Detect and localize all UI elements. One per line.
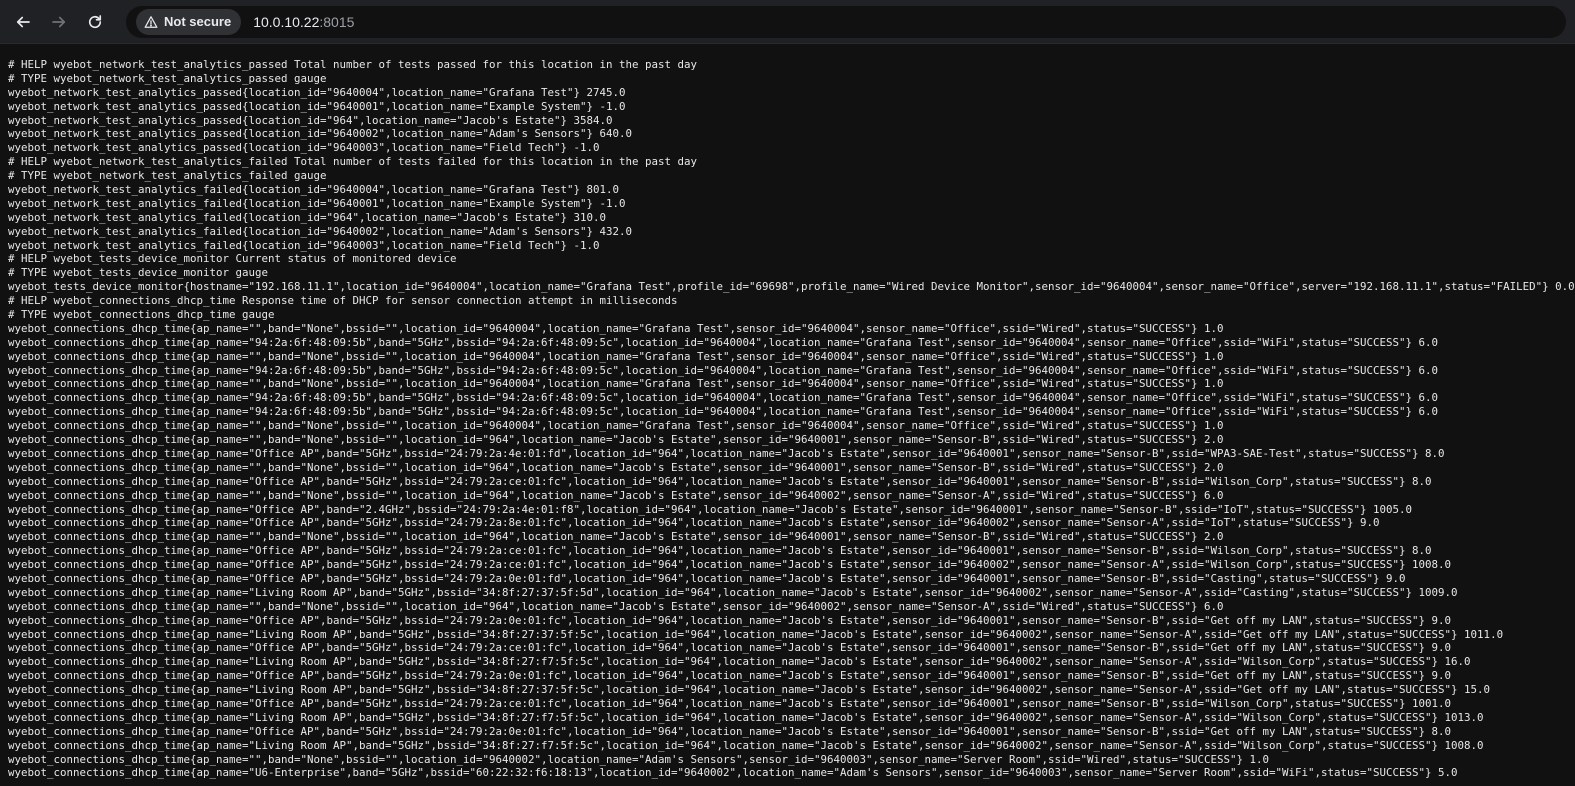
metrics-line: wyebot_connections_dhcp_time{ap_name="",…	[8, 321, 1224, 335]
metrics-line: wyebot_network_test_analytics_failed{loc…	[8, 238, 600, 252]
metrics-line: wyebot_tests_device_monitor{hostname="19…	[8, 280, 1575, 294]
metrics-line: # TYPE wyebot_network_test_analytics_fai…	[8, 169, 327, 183]
url-host: 10.0.10.22	[253, 13, 320, 30]
metrics-line: wyebot_connections_dhcp_time{ap_name="Of…	[8, 502, 1413, 516]
metrics-line: # TYPE wyebot_tests_device_monitor gauge	[8, 266, 269, 280]
metrics-line: wyebot_network_test_analytics_passed{loc…	[8, 141, 600, 155]
warning-triangle-icon	[144, 15, 158, 28]
metrics-line: wyebot_connections_dhcp_time{ap_name="Of…	[8, 696, 1452, 710]
metrics-line: wyebot_network_test_analytics_passed{loc…	[8, 127, 633, 141]
url-text[interactable]: 10.0.10.22:8015	[253, 14, 354, 30]
metrics-line: wyebot_connections_dhcp_time{ap_name="Of…	[8, 613, 1452, 627]
metrics-line: # HELP wyebot_connections_dhcp_time Resp…	[8, 294, 678, 308]
metrics-line: wyebot_network_test_analytics_passed{loc…	[8, 99, 626, 113]
metrics-line: wyebot_connections_dhcp_time{ap_name="Of…	[8, 724, 1452, 738]
metrics-line: # HELP wyebot_tests_device_monitor Curre…	[8, 252, 457, 266]
metrics-line: wyebot_connections_dhcp_time{ap_name="94…	[8, 363, 1439, 377]
metrics-line: wyebot_connections_dhcp_time{ap_name="",…	[8, 460, 1224, 474]
security-label: Not secure	[164, 14, 232, 29]
reload-button[interactable]	[80, 7, 110, 37]
metrics-line: # TYPE wyebot_network_test_analytics_pas…	[8, 71, 327, 85]
metrics-line: wyebot_network_test_analytics_passed{loc…	[8, 85, 626, 99]
metrics-line: wyebot_connections_dhcp_time{ap_name="",…	[8, 377, 1224, 391]
address-bar[interactable]: Not secure 10.0.10.22:8015	[126, 5, 1566, 38]
reload-icon	[88, 14, 102, 28]
metrics-line: wyebot_connections_dhcp_time{ap_name="94…	[8, 405, 1439, 419]
metrics-line: wyebot_connections_dhcp_time{ap_name="",…	[8, 599, 1224, 613]
security-chip[interactable]: Not secure	[136, 8, 242, 35]
arrow-left-icon	[16, 16, 30, 27]
page-content: # HELP wyebot_network_test_analytics_pas…	[0, 44, 1575, 786]
metrics-line: wyebot_connections_dhcp_time{ap_name="Li…	[8, 683, 1491, 697]
forward-button[interactable]	[44, 7, 74, 37]
metrics-line: wyebot_connections_dhcp_time{ap_name="94…	[8, 391, 1439, 405]
metrics-line: wyebot_connections_dhcp_time{ap_name="Of…	[8, 446, 1445, 460]
metrics-line: wyebot_connections_dhcp_time{ap_name="Li…	[8, 738, 1484, 752]
metrics-line: wyebot_connections_dhcp_time{ap_name="",…	[8, 488, 1224, 502]
url-port: :8015	[319, 13, 355, 30]
metrics-line: wyebot_network_test_analytics_failed{loc…	[8, 210, 607, 224]
back-button[interactable]	[8, 7, 38, 37]
metrics-line: wyebot_network_test_analytics_failed{loc…	[8, 196, 626, 210]
metrics-line: wyebot_connections_dhcp_time{ap_name="U6…	[8, 766, 1458, 780]
metrics-line: wyebot_connections_dhcp_time{ap_name="",…	[8, 419, 1224, 433]
metrics-line: wyebot_connections_dhcp_time{ap_name="Of…	[8, 544, 1432, 558]
metrics-line: wyebot_connections_dhcp_time{ap_name="",…	[8, 433, 1224, 447]
metrics-line: wyebot_connections_dhcp_time{ap_name="Of…	[8, 558, 1452, 572]
metrics-line: wyebot_network_test_analytics_failed{loc…	[8, 183, 620, 197]
metrics-line: # TYPE wyebot_connections_dhcp_time gaug…	[8, 308, 275, 322]
metrics-line: wyebot_connections_dhcp_time{ap_name="Of…	[8, 641, 1452, 655]
metrics-line: # HELP wyebot_network_test_analytics_pas…	[8, 58, 698, 71]
browser-toolbar: Not secure 10.0.10.22:8015	[0, 0, 1575, 44]
metrics-line: wyebot_connections_dhcp_time{ap_name="Of…	[8, 669, 1452, 683]
metrics-line: wyebot_connections_dhcp_time{ap_name="Li…	[8, 627, 1504, 641]
metrics-line: wyebot_connections_dhcp_time{ap_name="Of…	[8, 571, 1406, 585]
metrics-line: wyebot_connections_dhcp_time{ap_name="Of…	[8, 516, 1380, 530]
metrics-line: wyebot_network_test_analytics_passed{loc…	[8, 113, 613, 127]
metrics-line: wyebot_connections_dhcp_time{ap_name="Li…	[8, 585, 1458, 599]
metrics-line: wyebot_connections_dhcp_time{ap_name="",…	[8, 530, 1224, 544]
metrics-line: wyebot_connections_dhcp_time{ap_name="94…	[8, 335, 1439, 349]
arrow-right-icon	[52, 16, 66, 27]
metrics-line: wyebot_connections_dhcp_time{ap_name="Of…	[8, 474, 1432, 488]
metrics-line: wyebot_connections_dhcp_time{ap_name="Li…	[8, 655, 1471, 669]
metrics-line: wyebot_connections_dhcp_time{ap_name="Li…	[8, 710, 1484, 724]
metrics-line: wyebot_network_test_analytics_failed{loc…	[8, 224, 633, 238]
metrics-line: wyebot_connections_dhcp_time{ap_name="",…	[8, 349, 1224, 363]
metrics-line: # HELP wyebot_network_test_analytics_fai…	[8, 155, 698, 169]
metrics-line: wyebot_connections_dhcp_time{ap_name="",…	[8, 752, 1270, 766]
